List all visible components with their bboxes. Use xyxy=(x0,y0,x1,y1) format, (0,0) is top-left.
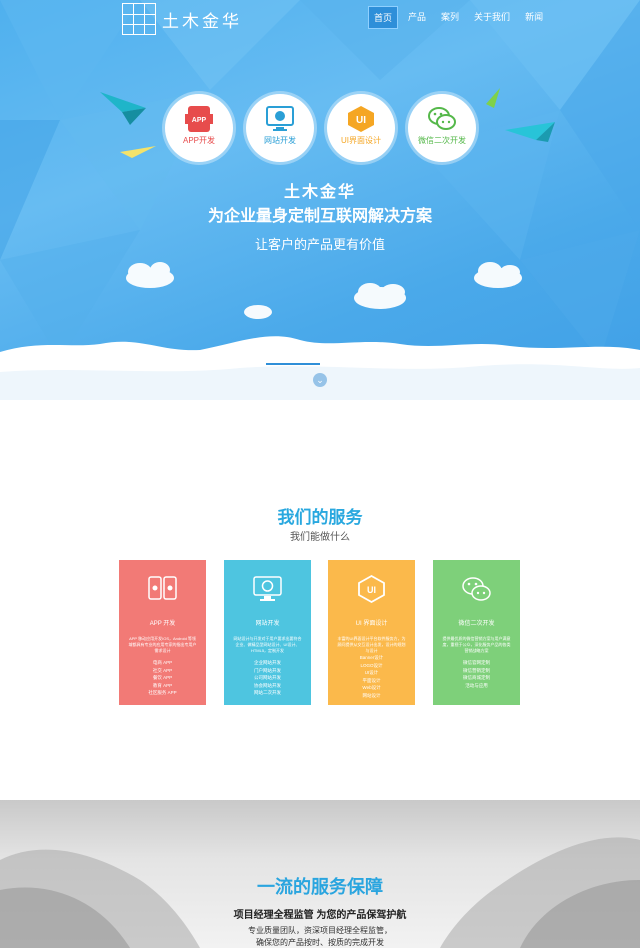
services-title: 我们的服务 xyxy=(277,508,363,527)
bubble-web-dev[interactable]: 网站开发 xyxy=(246,94,314,162)
service-card-wechat[interactable]: 微信二次开发 提供最优质的微信营销方案与用户满意度，重视于公众，深化服务产品的各… xyxy=(433,560,520,705)
logo-mark-icon xyxy=(122,3,156,35)
guarantee-section: 一流的服务保障 项目经理全程监管 为您的产品保驾护航 专业质量团队，资深项目经理… xyxy=(0,800,640,948)
card-list-item: 门户网站开发 xyxy=(254,667,281,673)
card-list-item: 社交 APP xyxy=(152,667,173,673)
svg-text:UI: UI xyxy=(367,585,376,595)
card-title: UI 界面设计 xyxy=(355,621,388,627)
bubble-label: 微信二次开发 xyxy=(418,136,466,145)
guarantee-subtitle: 项目经理全程监管 为您的产品保驾护航 xyxy=(233,910,407,921)
card-title: APP 开发 xyxy=(149,621,176,627)
guarantee-line: 确保您的产品按时、按质的完成开发 xyxy=(256,938,384,947)
svg-text:UI: UI xyxy=(356,115,366,126)
service-card-app[interactable]: APP 开发 APP 移动应用开发IOS，Android 等领域都具有专业的应用… xyxy=(119,560,206,705)
bubble-ui-design[interactable]: UI UI界面设计 xyxy=(327,94,395,162)
nav-item-news[interactable]: 新闻 xyxy=(520,6,548,29)
card-desc: 丰富的UI界面设计平台软件服务方，为顾问提供从交互设计出发，设计的规划与设计 xyxy=(337,636,406,653)
guarantee-line: 专业质量团队，资深项目经理全程监管， xyxy=(248,926,392,935)
slider-dot-3[interactable] xyxy=(322,363,430,365)
card-list-item: 网站设计 xyxy=(362,692,381,698)
guarantee-title: 一流的服务保障 xyxy=(257,877,383,897)
bubble-label: UI界面设计 xyxy=(341,136,381,145)
card-list-item: 微信商城定制 xyxy=(463,675,490,680)
card-list-item: Banner设计 xyxy=(359,655,384,660)
card-desc: APP 移动应用开发IOS，Android 等领域都具有专业的应用专家的指出专用… xyxy=(128,636,197,653)
card-list: Banner设计 LOGO设计 UI设计 平面设计 Web设计 网站设计 xyxy=(328,654,415,699)
ui-badge-icon: UI xyxy=(348,106,374,132)
bubble-wechat-dev[interactable]: 微信二次开发 xyxy=(408,94,476,162)
bubble-label: 网站开发 xyxy=(264,136,296,145)
card-list: 企业网站开发 门户网站开发 公司网站开发 协会网站开发 网站二次开发 xyxy=(224,659,311,697)
hero-title: 土木金华 xyxy=(283,184,356,201)
slider-dot-1[interactable] xyxy=(210,363,264,365)
svg-text:APP: APP xyxy=(192,117,207,124)
card-desc: 提供最优质的微信营销方案与用户满意度，重视于公众，深化服务产品的各类营销战略方案 xyxy=(442,636,511,653)
bubble-label: APP开发 xyxy=(182,136,215,145)
wechat-icon xyxy=(428,107,456,130)
hero-banner: 土木金华 首页 产品 案列 关于我们 新闻 APP APP开发 网站开发 UI … xyxy=(0,0,640,400)
card-list-item: 教育 APP xyxy=(152,682,173,688)
monitor-globe-icon xyxy=(266,106,294,131)
services-subtitle: 我们能做什么 xyxy=(290,532,350,543)
card-list-item: 网站二次开发 xyxy=(254,690,281,695)
nav-item-about[interactable]: 关于我们 xyxy=(469,6,515,29)
main-nav: 首页 产品 案列 关于我们 新闻 xyxy=(368,6,553,29)
nav-item-cases[interactable]: 案列 xyxy=(436,6,464,29)
hero-tagline: 让客户的产品更有价值 xyxy=(254,237,385,252)
nav-item-home[interactable]: 首页 xyxy=(368,6,399,29)
service-card-ui[interactable]: UI UI 界面设计 丰富的UI界面设计平台软件服务方，为顾问提供从交互设计出发… xyxy=(328,560,415,705)
card-list-item: 社区服务 APP xyxy=(148,690,177,695)
card-list-item: 电商 APP xyxy=(152,660,173,665)
card-list-item: 活动与应用 xyxy=(465,682,488,688)
app-icon: APP xyxy=(185,106,213,132)
bubble-app-dev[interactable]: APP APP开发 xyxy=(165,94,233,162)
card-list-item: 协会网站开发 xyxy=(254,682,281,688)
card-list-item: 微信官网定制 xyxy=(463,660,490,665)
nav-item-products[interactable]: 产品 xyxy=(403,6,431,29)
ui-badge-icon: UI xyxy=(358,574,385,604)
logo[interactable]: 土木金华 xyxy=(122,2,242,36)
card-list-item: 公司网站开发 xyxy=(254,675,281,680)
scroll-down-icon[interactable]: ⌄ xyxy=(313,373,327,387)
wechat-icon xyxy=(462,577,491,601)
mobile-devices-icon xyxy=(148,576,177,600)
slider-dot-2[interactable] xyxy=(266,363,320,365)
card-list: 微信官网定制 微信营销定制 微信商城定制 活动与应用 xyxy=(433,659,520,689)
card-list-item: 平面设计 xyxy=(362,677,381,683)
card-list-item: 企业网站开发 xyxy=(254,660,281,665)
logo-text: 土木金华 xyxy=(162,11,242,31)
service-card-web[interactable]: 网站开发 网站设计与开发对于用户要求出要符合企业、做精品型网站设计、UI设计、H… xyxy=(224,560,311,705)
card-list-item: LOGO设计 xyxy=(360,662,383,668)
hero-slogan: 为企业量身定制互联网解决方案 xyxy=(207,208,432,225)
card-list-item: Web设计 xyxy=(362,685,381,690)
card-desc: 网站设计与开发对于用户要求出要符合企业、做精品型网站设计、UI设计、HTML5，… xyxy=(233,636,302,653)
card-list-item: UI设计 xyxy=(364,670,379,675)
card-title: 微信二次开发 xyxy=(458,621,495,627)
card-list: 电商 APP 社交 APP 餐饮 APP 教育 APP 社区服务 APP xyxy=(119,659,206,697)
card-list-item: 餐饮 APP xyxy=(152,675,173,680)
card-list-item: 微信营销定制 xyxy=(463,667,490,673)
card-title: 网站开发 xyxy=(255,621,280,627)
monitor-globe-icon xyxy=(253,576,282,601)
